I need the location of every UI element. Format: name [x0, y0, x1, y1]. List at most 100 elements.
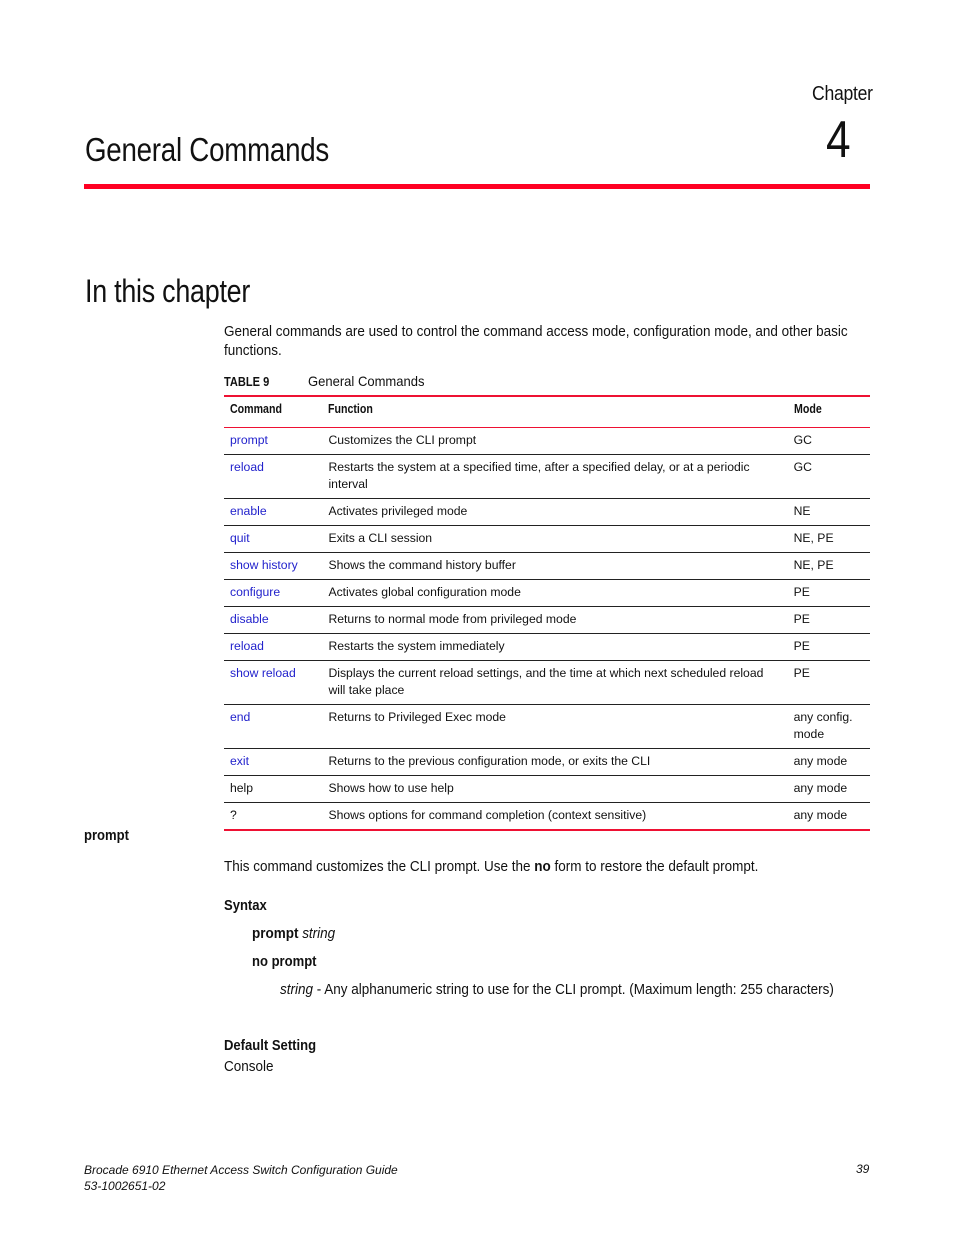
desc-no-keyword: no — [534, 859, 551, 875]
cell-command: reload — [224, 633, 323, 661]
cell-mode: PE — [787, 579, 870, 607]
footer-doc-info: Brocade 6910 Ethernet Access Switch Conf… — [84, 1162, 398, 1194]
command-link[interactable]: prompt — [230, 433, 268, 447]
command-link[interactable]: show history — [230, 558, 298, 572]
cell-function: Activates privileged mode — [322, 498, 788, 526]
table-label: TABLE 9 — [224, 374, 270, 389]
cell-mode: any mode — [787, 802, 870, 831]
cell-function: Shows the command history buffer — [322, 552, 788, 580]
cell-mode: NE — [787, 498, 870, 526]
cell-command: disable — [224, 606, 323, 634]
cell-function: Exits a CLI session — [322, 525, 788, 553]
table-row: disable Returns to normal mode from privi… — [224, 606, 870, 634]
desc-text-1: This command customizes the CLI prompt. … — [224, 859, 535, 875]
command-link[interactable]: show reload — [230, 666, 296, 680]
cell-command: prompt — [224, 427, 323, 455]
cell-function: Activates global configuration mode — [322, 579, 788, 607]
param-name: string — [280, 982, 313, 998]
cell-function: Shows how to use help — [322, 775, 788, 803]
table-row: enable Activates privileged mode NE — [224, 498, 870, 526]
chapter-label: Chapter — [812, 83, 873, 105]
cell-mode: PE — [787, 606, 870, 634]
cell-command: ? — [224, 802, 323, 831]
commands-table: Command Function Mode prompt Customizes t… — [224, 395, 870, 831]
table-body: prompt Customizes the CLI prompt GC reload R… — [224, 427, 870, 831]
cell-mode: NE, PE — [787, 525, 870, 553]
cell-function: Shows options for command completion (co… — [322, 802, 788, 831]
header-command-label: Command — [230, 402, 282, 416]
table-row: show reload Displays the current reload s… — [224, 660, 870, 705]
syntax-argument: string — [302, 926, 336, 942]
table-row: show history Shows the command history bu… — [224, 552, 870, 580]
command-link[interactable]: quit — [230, 531, 250, 545]
cell-mode: GC — [787, 427, 870, 455]
cell-function: Customizes the CLI prompt — [322, 427, 788, 455]
syntax-line-prompt: prompt string — [252, 926, 335, 942]
default-setting-value: Console — [224, 1059, 274, 1075]
cell-function: Restarts the system immediately — [322, 633, 788, 661]
cell-command: end — [224, 704, 323, 749]
header-command: Command — [224, 396, 322, 428]
syntax-line-no-prompt: no prompt — [252, 954, 317, 970]
table-row: exit Returns to the previous configuratio… — [224, 748, 870, 776]
command-link[interactable]: enable — [230, 504, 267, 518]
table-row: reload Restarts the system immediately PE — [224, 633, 870, 661]
table-row: configure Activates global configuration … — [224, 579, 870, 607]
table-row: help Shows how to use help any mode — [224, 775, 870, 803]
intro-paragraph: General commands are used to control the… — [224, 324, 848, 359]
command-link[interactable]: disable — [230, 612, 269, 626]
page-number: 39 — [856, 1162, 870, 1176]
cell-command: configure — [224, 579, 323, 607]
chapter-title: General Commands — [85, 131, 330, 168]
cell-command: quit — [224, 525, 323, 553]
cell-function: Returns to Privileged Exec mode — [322, 704, 788, 749]
cell-mode: any config. mode — [787, 704, 870, 749]
command-text: ? — [230, 808, 237, 822]
command-link[interactable]: reload — [230, 639, 264, 653]
command-link[interactable]: reload — [230, 460, 264, 474]
cell-command: show reload — [224, 660, 323, 705]
header-function-label: Function — [328, 402, 374, 416]
cell-mode: PE — [787, 633, 870, 661]
section-heading: In this chapter — [85, 273, 251, 309]
table-row: prompt Customizes the CLI prompt GC — [224, 427, 870, 455]
cell-command: enable — [224, 498, 323, 526]
cell-command: reload — [224, 454, 323, 499]
prompt-heading: prompt — [84, 828, 129, 844]
command-link[interactable]: end — [230, 710, 250, 724]
cell-mode: any mode — [787, 748, 870, 776]
table-row: end Returns to Privileged Exec mode any co… — [224, 704, 870, 749]
default-setting-heading: Default Setting — [224, 1038, 317, 1054]
cell-mode: any mode — [787, 775, 870, 803]
desc-text-2: form to restore the default prompt. — [550, 859, 759, 875]
cell-function: Returns to the previous configuration mo… — [322, 748, 788, 776]
cell-function: Displays the current reload settings, an… — [322, 660, 788, 705]
cell-command: show history — [224, 552, 323, 580]
command-link[interactable]: exit — [230, 754, 249, 768]
header-function: Function — [322, 396, 787, 428]
table-row: ? Shows options for command completion (c… — [224, 802, 870, 831]
header-mode-label: Mode — [793, 402, 822, 416]
cell-mode: GC — [787, 454, 870, 499]
cell-mode: PE — [787, 660, 870, 705]
table-row: reload Restarts the system at a specified… — [224, 454, 870, 499]
cell-function: Returns to normal mode from privileged m… — [322, 606, 788, 634]
footer-doc-number: 53-1002651-02 — [84, 1179, 166, 1193]
cell-function: Restarts the system at a specified time,… — [322, 454, 788, 499]
title-divider — [84, 184, 870, 189]
syntax-heading: Syntax — [224, 898, 267, 914]
syntax-command: prompt — [252, 926, 299, 942]
parameter-description: string - Any alphanumeric string to use … — [280, 981, 847, 1000]
command-text: help — [230, 781, 254, 795]
table-header-row: Command Function Mode — [224, 396, 870, 428]
cell-mode: NE, PE — [787, 552, 870, 580]
cell-command: help — [224, 775, 323, 803]
table-row: quit Exits a CLI session NE, PE — [224, 525, 870, 553]
table-caption: TABLE 9 General Commands — [224, 373, 433, 389]
header-mode: Mode — [788, 396, 870, 428]
chapter-number: 4 — [826, 111, 851, 169]
param-text: - Any alphanumeric string to use for the… — [312, 982, 834, 998]
command-link[interactable]: configure — [230, 585, 280, 599]
prompt-description: This command customizes the CLI prompt. … — [224, 859, 758, 875]
cell-command: exit — [224, 748, 323, 776]
